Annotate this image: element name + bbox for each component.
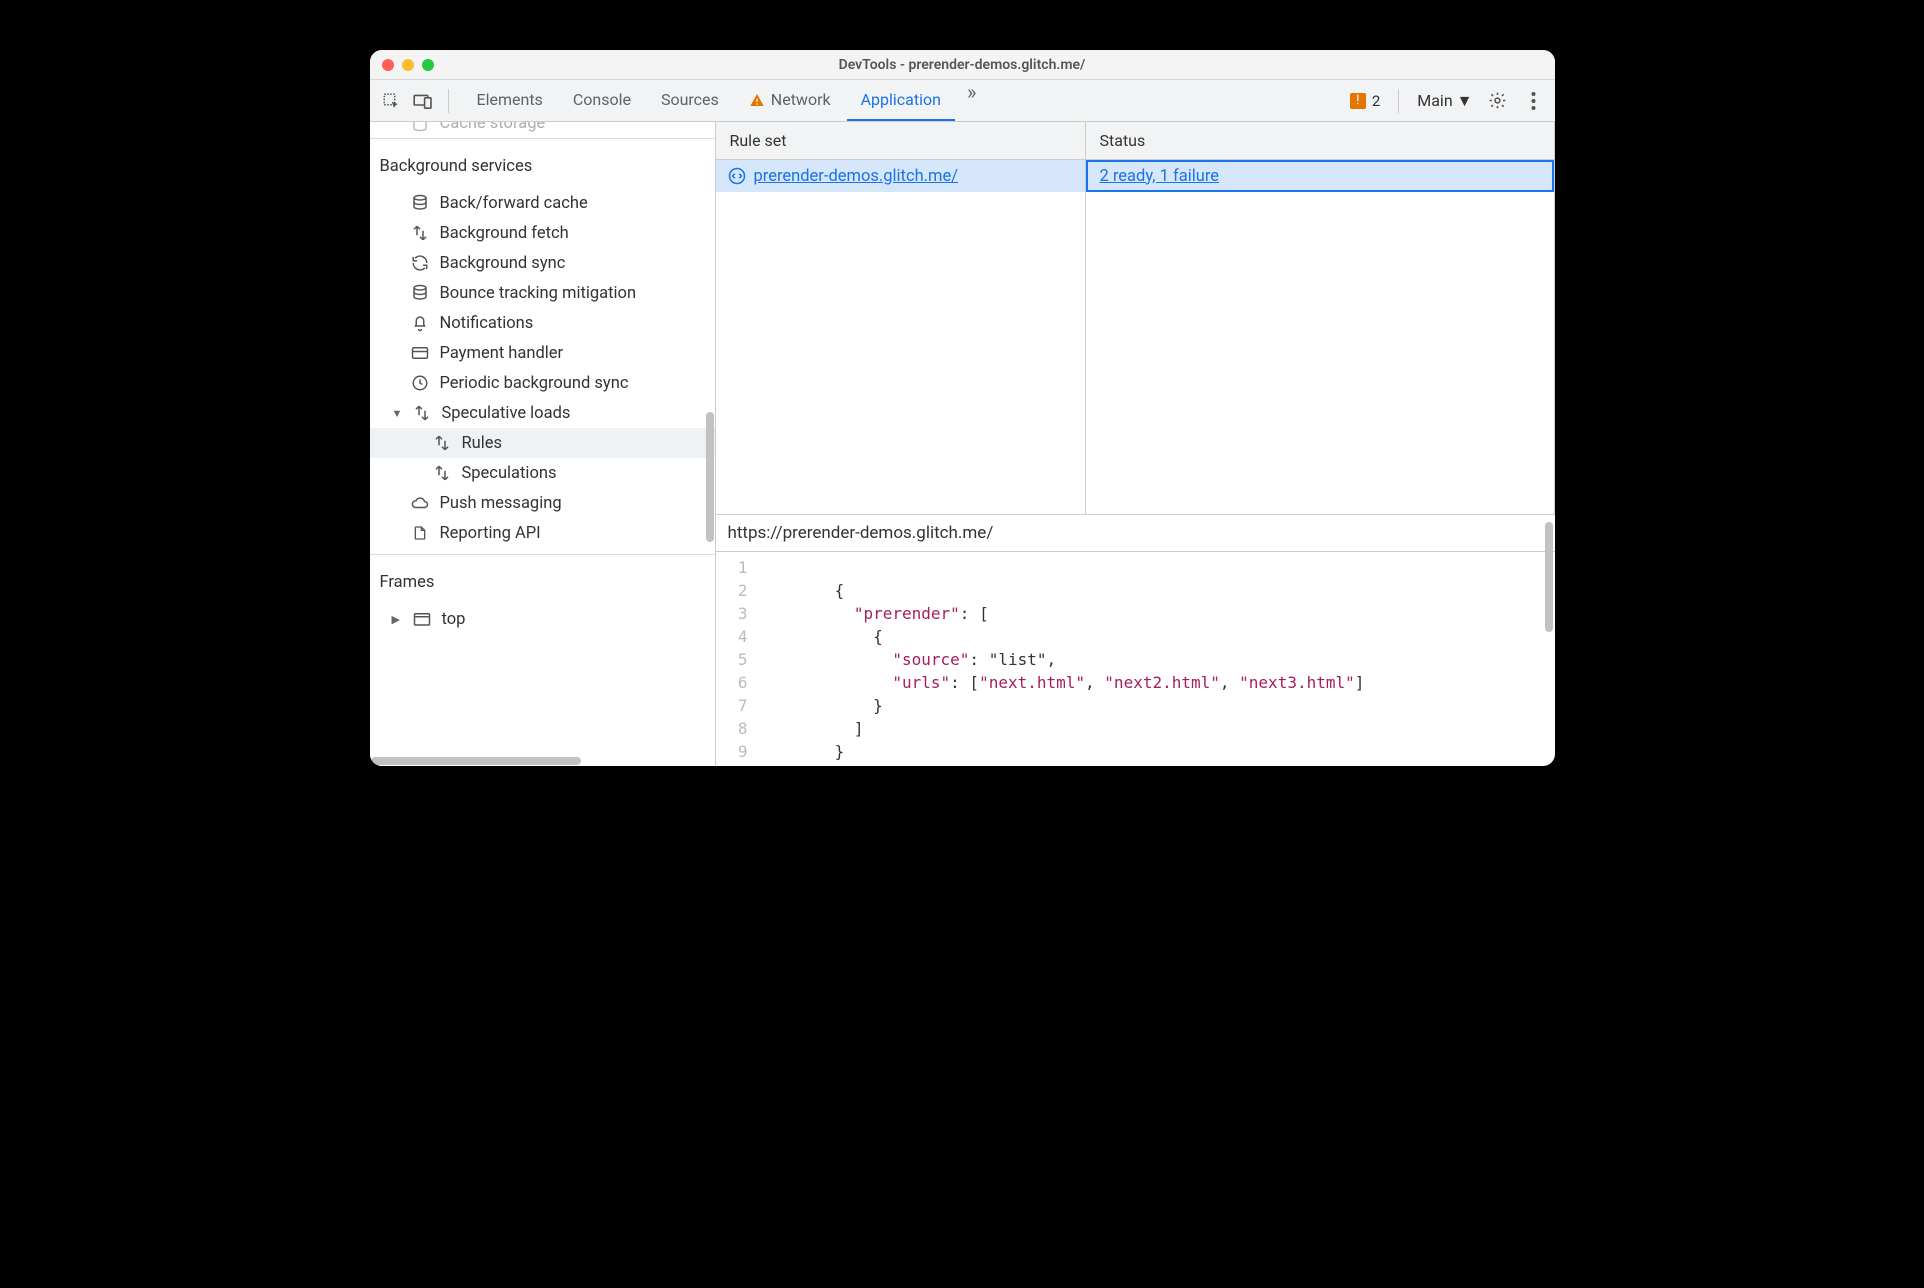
tab-network[interactable]: Network <box>735 80 845 121</box>
sidebar-item-push[interactable]: Push messaging <box>370 488 715 518</box>
sidebar-scrollbar-thumb[interactable] <box>706 412 714 542</box>
cloud-icon <box>410 493 430 513</box>
transfer-icon <box>432 433 452 453</box>
sidebar-item-bfcache[interactable]: Back/forward cache <box>370 188 715 218</box>
database-icon <box>410 283 430 303</box>
tab-application[interactable]: Application <box>847 80 955 121</box>
storage-icon <box>410 122 430 133</box>
sidebar-item-payment[interactable]: Payment handler <box>370 338 715 368</box>
column-header-status[interactable]: Status <box>1086 122 1555 159</box>
issues-count: 2 <box>1372 92 1380 110</box>
window-icon <box>412 609 432 629</box>
tab-elements[interactable]: Elements <box>463 80 557 121</box>
transfer-icon <box>432 463 452 483</box>
target-selector[interactable]: Main ▼ <box>1417 91 1472 111</box>
ruleset-link[interactable]: prerender-demos.glitch.me/ <box>754 167 959 186</box>
column-header-ruleset[interactable]: Rule set <box>716 122 1086 159</box>
sidebar-item-reporting[interactable]: Reporting API <box>370 518 715 548</box>
issues-counter[interactable]: ! 2 <box>1350 92 1380 110</box>
device-toolbar-icon[interactable] <box>412 90 434 112</box>
application-sidebar: Cache storage Background services Back/f… <box>370 122 716 766</box>
tabs-overflow-icon[interactable]: » <box>957 80 986 121</box>
issues-badge-icon: ! <box>1350 93 1366 109</box>
rules-panel: Rule set Status prerender-demos. <box>716 122 1555 766</box>
devtools-window: DevTools - prerender-demos.glitch.me/ El… <box>370 50 1555 766</box>
window-title: DevTools - prerender-demos.glitch.me/ <box>370 57 1555 73</box>
source-url: https://prerender-demos.glitch.me/ <box>716 515 1555 552</box>
credit-card-icon <box>410 343 430 363</box>
devtools-panel-tabs: Elements Console Sources Network Applica… <box>463 80 987 121</box>
tab-console[interactable]: Console <box>559 80 645 121</box>
rule-source-area: https://prerender-demos.glitch.me/ 12 {3… <box>716 514 1555 766</box>
document-icon <box>410 523 430 543</box>
source-code-icon <box>728 167 746 185</box>
sidebar-item-bounce[interactable]: Bounce tracking mitigation <box>370 278 715 308</box>
content-scrollbar-thumb[interactable] <box>1545 522 1553 632</box>
ruleset-status-cell[interactable]: 2 ready, 1 failure <box>1086 160 1554 192</box>
bell-icon <box>410 313 430 333</box>
sync-icon <box>410 253 430 273</box>
warning-icon <box>749 92 765 108</box>
tab-sources[interactable]: Sources <box>647 80 733 121</box>
sidebar-item-bgfetch[interactable]: Background fetch <box>370 218 715 248</box>
database-icon <box>410 193 430 213</box>
ruleset-row[interactable]: prerender-demos.glitch.me/ <box>716 160 1085 192</box>
sidebar-horizontal-scrollbar-thumb[interactable] <box>371 757 581 765</box>
ruleset-status-link[interactable]: 2 ready, 1 failure <box>1100 167 1220 186</box>
caret-down-icon: ▼ <box>392 407 402 420</box>
sidebar-item-truncated[interactable]: Cache storage <box>370 122 715 138</box>
sidebar-section-frames: Frames <box>370 561 715 604</box>
sidebar-item-speculations[interactable]: Speculations <box>370 458 715 488</box>
sidebar-item-periodic-sync[interactable]: Periodic background sync <box>370 368 715 398</box>
inspect-element-icon[interactable] <box>380 90 402 112</box>
more-icon[interactable] <box>1523 90 1545 112</box>
settings-icon[interactable] <box>1487 90 1509 112</box>
caret-right-icon: ▶ <box>392 613 402 626</box>
transfer-icon <box>410 223 430 243</box>
window-titlebar: DevTools - prerender-demos.glitch.me/ <box>370 50 1555 80</box>
sidebar-section-background-services: Background services <box>370 145 715 188</box>
sidebar-item-frame-top[interactable]: ▶ top <box>370 604 715 634</box>
transfer-icon <box>412 403 432 423</box>
sidebar-item-speculative-loads[interactable]: ▼ Speculative loads <box>370 398 715 428</box>
rules-table-header: Rule set Status <box>716 122 1555 160</box>
sidebar-item-notifications[interactable]: Notifications <box>370 308 715 338</box>
chevron-down-icon: ▼ <box>1457 91 1473 111</box>
source-code[interactable]: 12 {3 "prerender": [4 {5 "source": "list… <box>716 552 1555 766</box>
sidebar-item-rules[interactable]: Rules <box>370 428 715 458</box>
clock-icon <box>410 373 430 393</box>
devtools-toolbar: Elements Console Sources Network Applica… <box>370 80 1555 122</box>
sidebar-item-bgsync[interactable]: Background sync <box>370 248 715 278</box>
